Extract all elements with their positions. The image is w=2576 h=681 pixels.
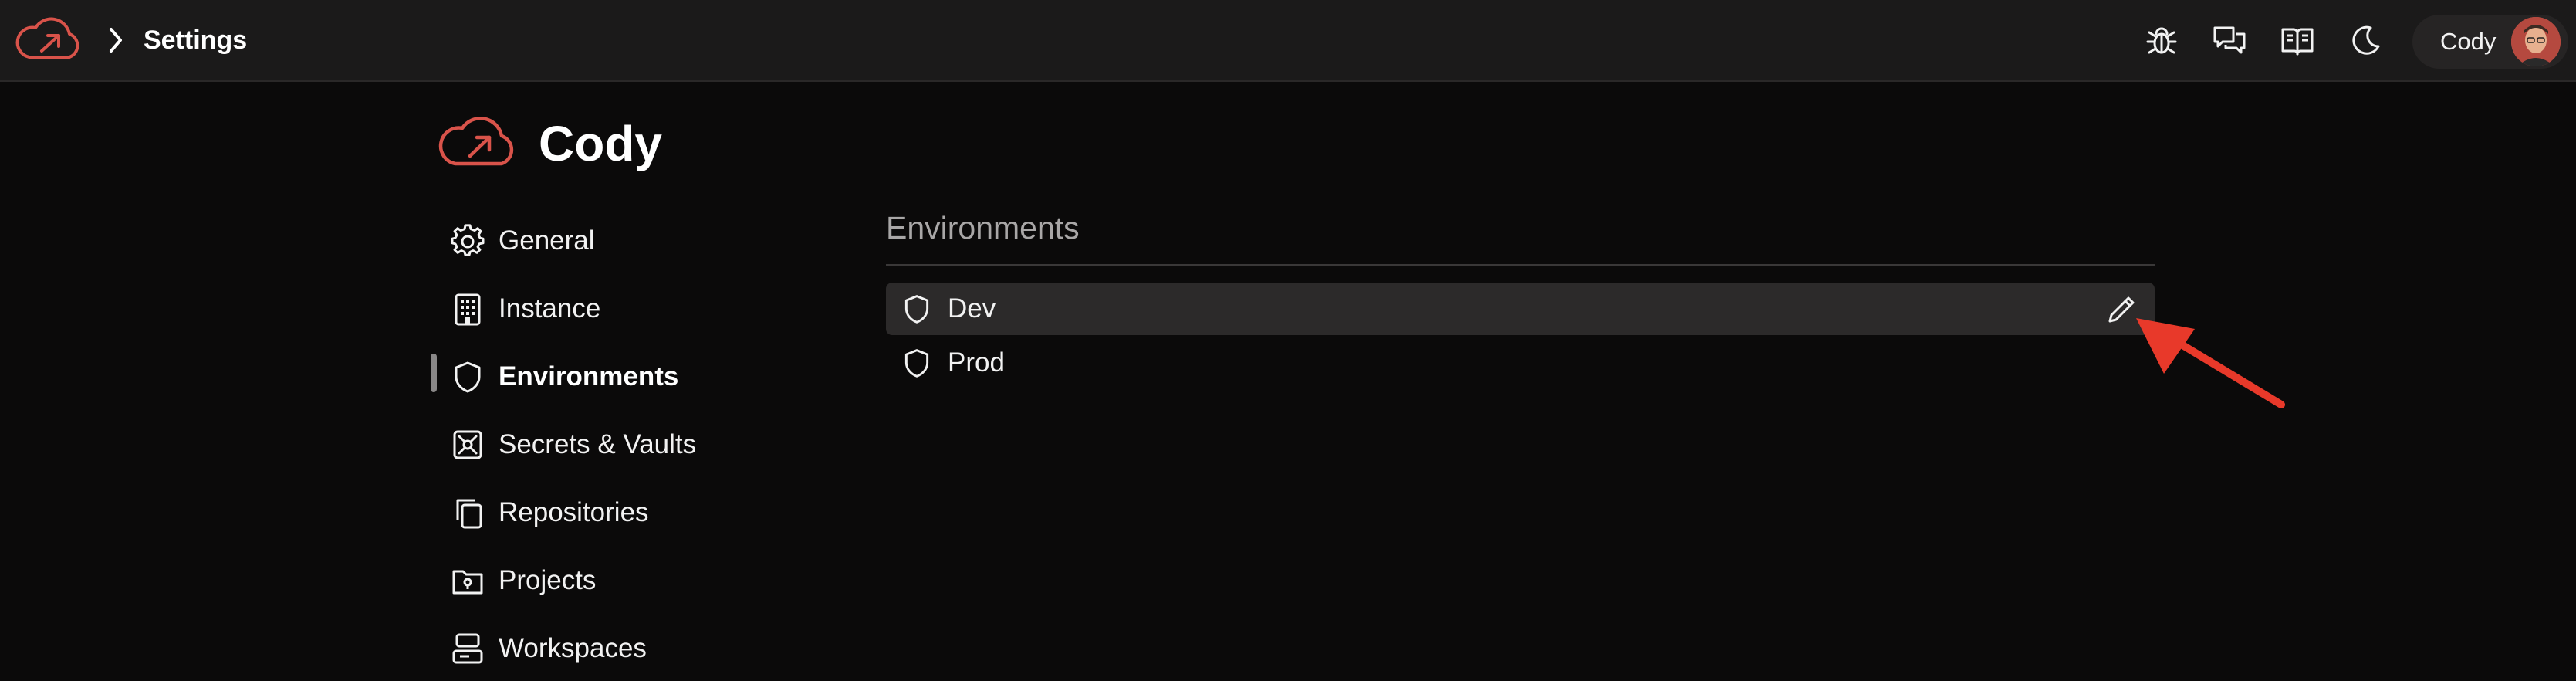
sidebar-item-secrets-vaults[interactable]: Secrets & Vaults: [451, 418, 790, 465]
user-menu-button[interactable]: Cody: [2412, 15, 2568, 69]
sidebar-item-general[interactable]: General: [451, 215, 790, 261]
chat-icon[interactable]: [2212, 23, 2247, 59]
book-icon[interactable]: [2280, 23, 2315, 59]
sidebar-item-repositories[interactable]: Repositories: [451, 486, 790, 533]
sidebar-item-environments[interactable]: Environments: [451, 351, 790, 397]
sidebar-item-workspaces[interactable]: Workspaces: [451, 622, 790, 669]
active-indicator: [431, 354, 437, 392]
bug-icon[interactable]: [2144, 23, 2179, 59]
environment-name: Dev: [948, 293, 996, 324]
sidebar-item-label: Instance: [499, 293, 601, 324]
repositories-icon: [456, 499, 482, 529]
sidebar-item-label: Projects: [499, 565, 597, 595]
annotation-arrow-icon: [2136, 318, 2285, 408]
sidebar-item-label: General: [499, 225, 595, 256]
top-bar: Settings Cody: [0, 0, 2576, 82]
sidebar-item-label: Repositories: [499, 497, 649, 527]
folder-icon: [452, 570, 483, 595]
gear-icon: [451, 224, 485, 256]
cloud-logo-icon[interactable]: [12, 15, 85, 65]
section-title: Environments: [886, 210, 1080, 246]
shield-icon: [455, 361, 481, 393]
cloud-logo-icon: [438, 117, 514, 166]
vault-icon: [453, 430, 482, 459]
breadcrumb-title: Settings: [144, 25, 248, 55]
divider: [886, 264, 2155, 266]
organization-name: Cody: [539, 116, 662, 171]
sidebar-item-instance[interactable]: Instance: [451, 283, 790, 329]
chevron-right-icon: [110, 28, 122, 53]
environment-row-dev[interactable]: Dev: [886, 283, 2155, 335]
shield-icon: [904, 295, 929, 324]
environment-row-prod[interactable]: Prod: [886, 337, 2155, 389]
sidebar-item-label: Secrets & Vaults: [499, 429, 697, 459]
shield-icon: [904, 349, 929, 378]
sidebar-item-projects[interactable]: Projects: [451, 554, 790, 601]
avatar: [2511, 17, 2561, 66]
building-icon: [455, 293, 481, 326]
sidebar-item-label: Workspaces: [499, 633, 647, 663]
workspaces-icon: [452, 633, 483, 664]
environment-name: Prod: [948, 347, 1005, 378]
user-name: Cody: [2440, 28, 2497, 55]
sidebar-item-label: Environments: [499, 361, 679, 391]
moon-icon[interactable]: [2348, 23, 2383, 59]
